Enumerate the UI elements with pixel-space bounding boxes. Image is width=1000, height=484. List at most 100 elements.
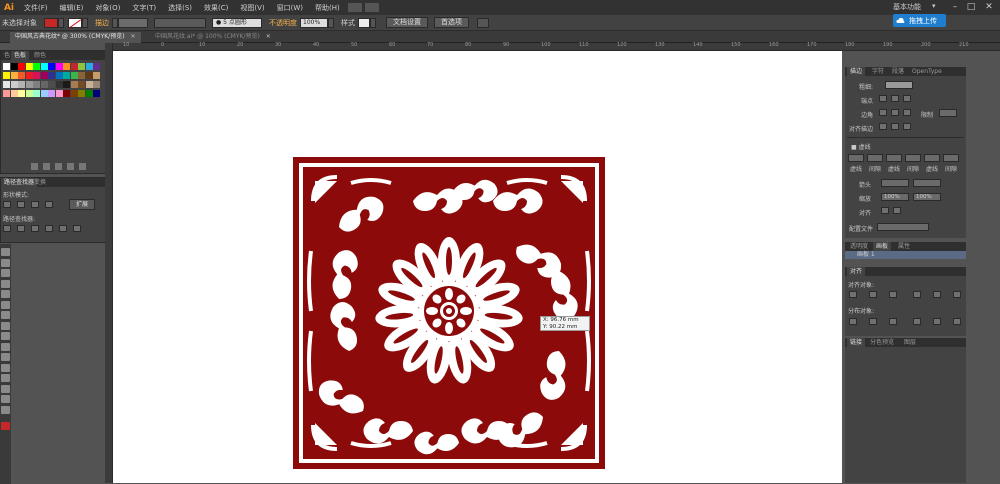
show-kinds-icon[interactable]: [43, 163, 50, 170]
tab-artboards[interactable]: 画板: [873, 242, 892, 251]
tab-attributes[interactable]: 属性: [895, 242, 913, 251]
color-swatch[interactable]: [78, 63, 85, 70]
preferences-button[interactable]: 首选项: [434, 17, 469, 28]
dash-field-2[interactable]: [886, 154, 902, 162]
crop-icon[interactable]: [45, 225, 53, 232]
color-swatch[interactable]: [55, 63, 63, 70]
butt-cap-icon[interactable]: [879, 95, 887, 102]
vertical-ruler[interactable]: [105, 43, 113, 483]
color-swatch[interactable]: [78, 90, 85, 97]
limit-field[interactable]: [939, 109, 957, 117]
color-swatch[interactable]: [33, 72, 40, 79]
document-setup-button[interactable]: 文档设置: [386, 17, 428, 28]
color-swatch[interactable]: [40, 90, 48, 97]
color-swatch[interactable]: [25, 90, 33, 97]
tab-color-guide[interactable]: 颜色: [31, 51, 49, 60]
menu-type[interactable]: 文字(T): [126, 3, 162, 13]
color-swatch[interactable]: [40, 63, 48, 70]
distribute-right-icon[interactable]: [953, 318, 961, 325]
close-icon[interactable]: ✕: [131, 33, 136, 40]
color-swatch[interactable]: [93, 72, 100, 79]
tab-document-2[interactable]: 中国风花纹.ai* @ 100% (CMYK/预览) ✕: [150, 32, 276, 43]
intersect-icon[interactable]: [31, 201, 39, 208]
tab-align[interactable]: 对齐: [847, 267, 866, 276]
color-swatch[interactable]: [70, 72, 78, 79]
align-right-icon[interactable]: [889, 291, 897, 298]
distribute-top-icon[interactable]: [849, 318, 857, 325]
color-swatch[interactable]: [25, 81, 33, 88]
outline-icon[interactable]: [59, 225, 67, 232]
align-outside-stroke-icon[interactable]: [903, 123, 911, 130]
color-swatch[interactable]: [70, 63, 78, 70]
miter-join-icon[interactable]: [879, 109, 887, 116]
trash-icon[interactable]: [79, 163, 86, 170]
style-swatch[interactable]: [358, 17, 370, 28]
align-hcenter-icon[interactable]: [869, 291, 877, 298]
color-swatch[interactable]: [85, 90, 93, 97]
close-button[interactable]: ✕: [982, 1, 996, 13]
fill-swatch[interactable]: [44, 17, 58, 28]
width-tool-icon[interactable]: [1, 269, 10, 277]
align-bottom-icon[interactable]: [953, 291, 961, 298]
shape-builder-icon[interactable]: [1, 290, 10, 298]
close-icon[interactable]: ✕: [266, 33, 271, 40]
tab-layers[interactable]: 图层: [901, 338, 919, 347]
arrow-start-select[interactable]: [881, 179, 909, 187]
color-swatch[interactable]: [33, 63, 40, 70]
graph-tool-icon[interactable]: [1, 363, 10, 372]
distribute-vcenter-icon[interactable]: [869, 318, 877, 325]
upload-button[interactable]: 拖拽上传: [893, 14, 946, 27]
color-swatch[interactable]: [93, 90, 100, 97]
variable-width-field[interactable]: [154, 17, 206, 28]
stroke-label[interactable]: 描边: [92, 18, 112, 28]
menu-view[interactable]: 视图(V): [234, 3, 270, 13]
rotate-tool-icon[interactable]: [1, 248, 10, 256]
swatch-library-icon[interactable]: [31, 163, 38, 170]
menu-file[interactable]: 文件(F): [18, 3, 54, 13]
color-swatch[interactable]: [78, 81, 85, 88]
menu-effect[interactable]: 效果(C): [198, 3, 234, 13]
brush-definition[interactable]: ● 5 点圆形: [212, 17, 262, 28]
distribute-left-icon[interactable]: [913, 318, 921, 325]
tab-character[interactable]: 字符: [869, 67, 887, 76]
color-swatch[interactable]: [18, 90, 25, 97]
stroke-dropdown[interactable]: [82, 17, 88, 28]
profile-select[interactable]: [877, 223, 929, 231]
color-swatch[interactable]: [85, 81, 93, 88]
fill-dropdown[interactable]: [58, 17, 64, 28]
expand-button[interactable]: 扩展: [69, 199, 96, 210]
color-swatch[interactable]: [85, 72, 93, 79]
color-swatch[interactable]: [55, 90, 63, 97]
color-swatch[interactable]: [3, 72, 10, 79]
minus-front-icon[interactable]: [17, 201, 25, 208]
fill-stroke-icon[interactable]: [1, 422, 10, 430]
maximize-button[interactable]: □: [964, 1, 978, 13]
square-cap-icon[interactable]: [903, 95, 911, 102]
color-swatch[interactable]: [55, 81, 63, 88]
stroke-weight-field[interactable]: [118, 17, 148, 28]
tab-paragraph[interactable]: 段落: [889, 67, 907, 76]
arrow-end-select[interactable]: [913, 179, 941, 187]
align-vcenter-icon[interactable]: [933, 291, 941, 298]
zoom-tool-icon[interactable]: [1, 405, 10, 414]
color-swatch[interactable]: [10, 63, 18, 70]
color-swatch[interactable]: [10, 81, 18, 88]
perspective-icon[interactable]: [1, 300, 10, 309]
free-transform-icon[interactable]: [1, 279, 10, 288]
color-swatch[interactable]: [33, 90, 40, 97]
color-swatch[interactable]: [63, 63, 70, 70]
color-swatch[interactable]: [18, 72, 25, 79]
align-inside-stroke-icon[interactable]: [891, 123, 899, 130]
trim-icon[interactable]: [17, 225, 25, 232]
color-swatch[interactable]: [48, 63, 55, 70]
opacity-label[interactable]: 不透明度: [266, 18, 300, 28]
style-dropdown[interactable]: [370, 17, 376, 28]
horizontal-ruler[interactable]: 10 0 10 20 30 40 50 60 70 80 90 100 110 120 130 140 150 1…: [113, 42, 1000, 51]
tab-separations[interactable]: 分色预览: [867, 338, 897, 347]
artboard-row[interactable]: 画板 1: [845, 251, 966, 259]
folder-icon[interactable]: [55, 163, 62, 170]
arrange-icon[interactable]: [364, 3, 379, 12]
color-swatch[interactable]: [63, 81, 70, 88]
ornament-artwork[interactable]: [113, 51, 842, 483]
scale-end-field[interactable]: 100%: [913, 193, 941, 201]
